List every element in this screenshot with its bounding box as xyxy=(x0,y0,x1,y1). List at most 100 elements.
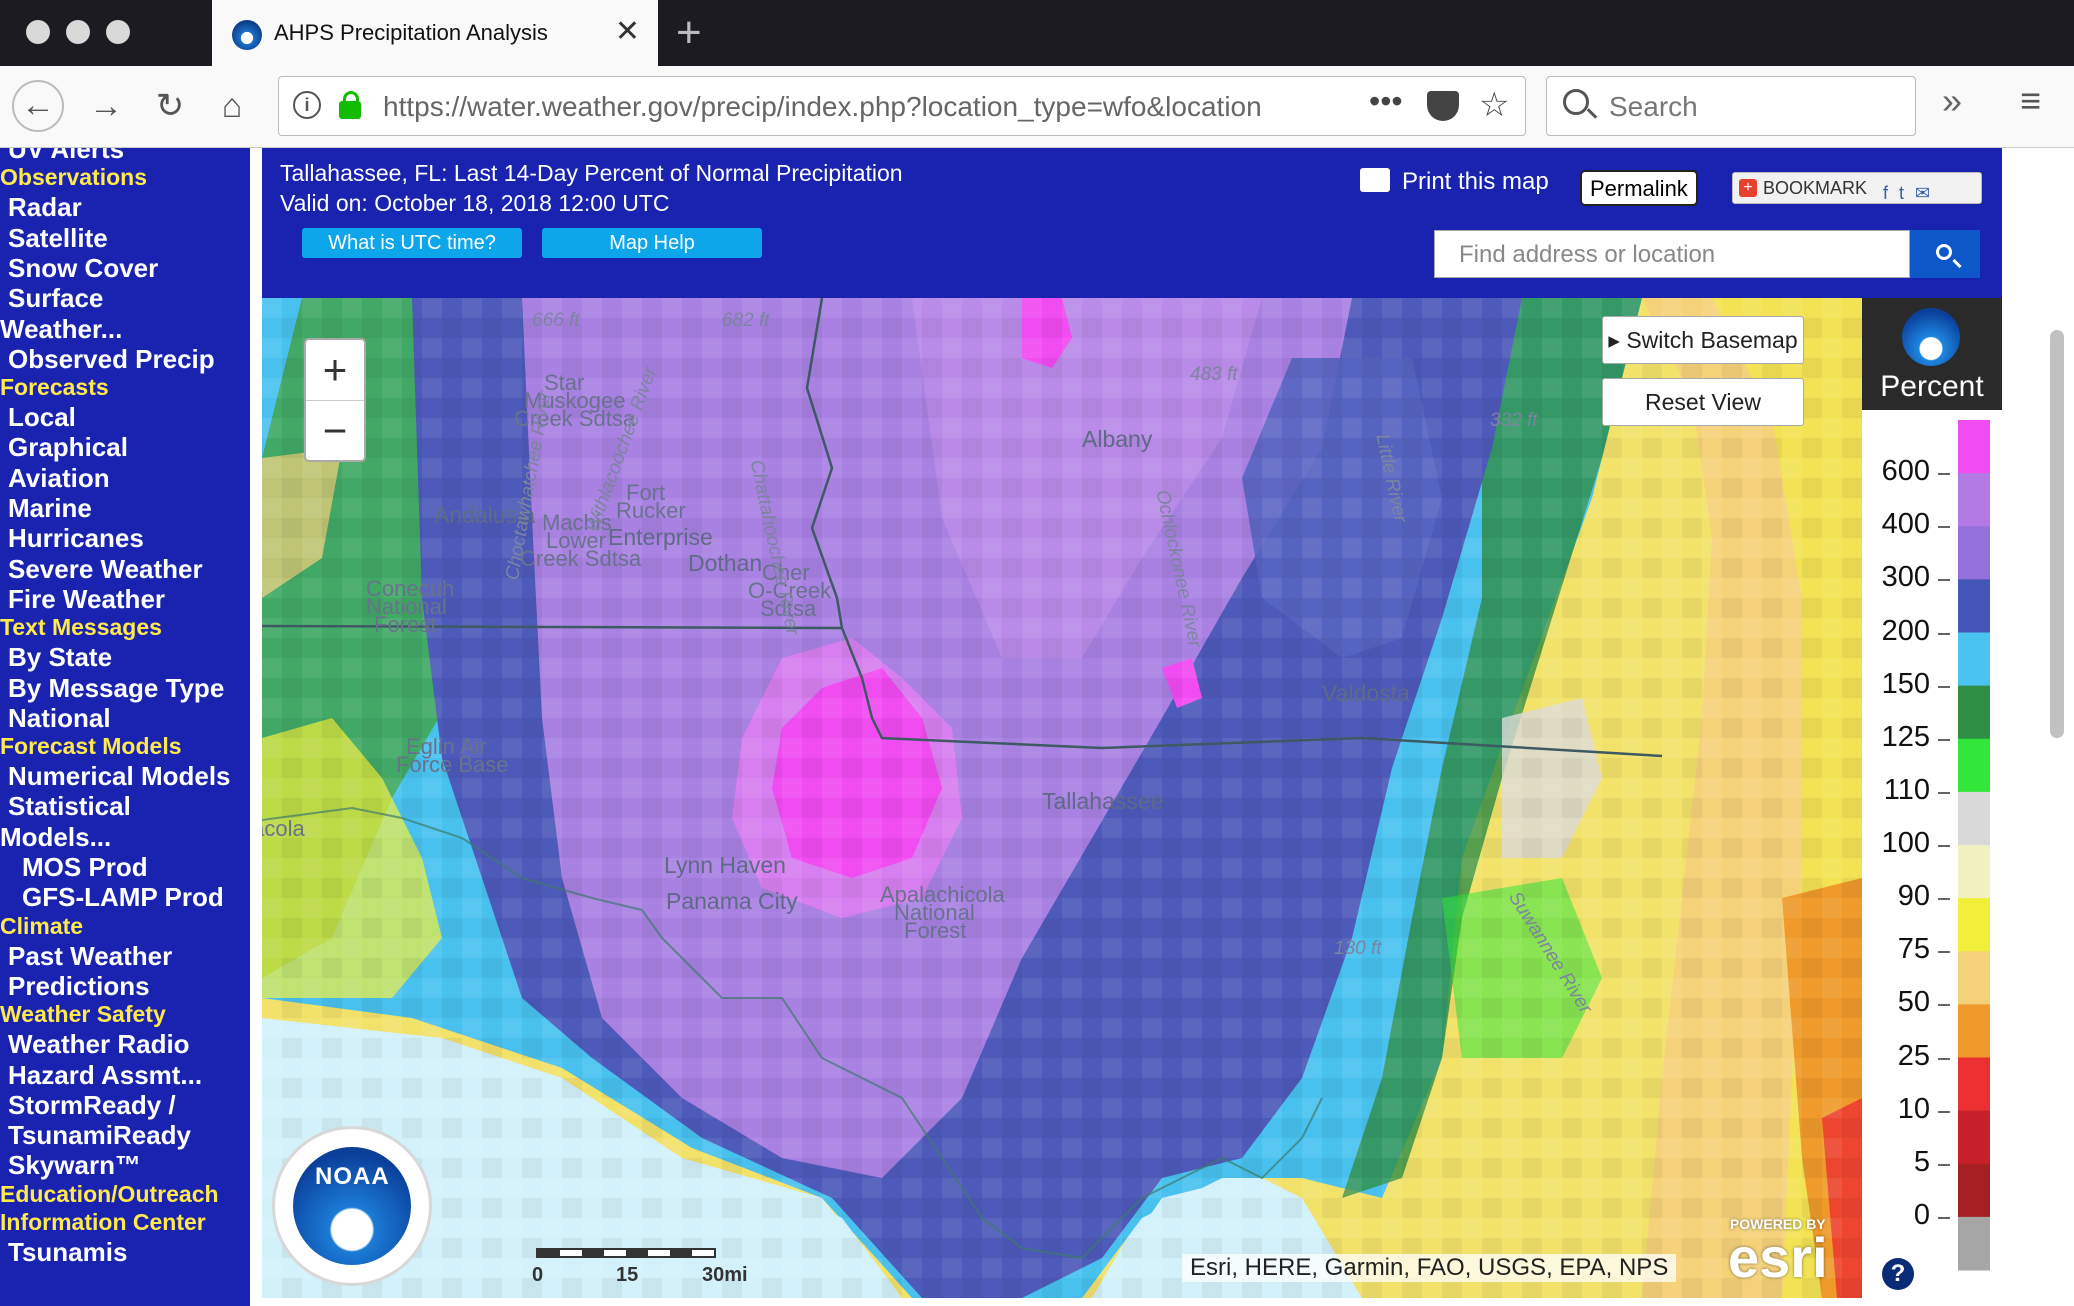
reload-icon[interactable]: ↻ xyxy=(144,80,196,132)
legend-swatch xyxy=(1958,845,1990,899)
legend-value-label: 90 xyxy=(1897,880,1930,913)
url-text[interactable]: https://water.weather.gov/precip/index.p… xyxy=(383,91,1283,123)
bookmark-share-button[interactable]: + BOOKMARK f t ✉ xyxy=(1732,172,1982,204)
sidebar-link[interactable]: GFS-LAMP Prod xyxy=(22,882,224,913)
sidebar-link[interactable]: Graphical xyxy=(8,432,128,463)
legend-tick xyxy=(1938,845,1950,847)
legend-tick xyxy=(1938,1057,1950,1060)
sidebar-link[interactable]: Marine xyxy=(8,493,92,524)
sidebar-link[interactable]: Tsunamis xyxy=(8,1237,127,1268)
sidebar-link[interactable]: By State xyxy=(8,642,112,673)
elevation-label: 666 ft xyxy=(532,310,580,331)
sidebar-link[interactable]: TsunamiReady xyxy=(8,1120,191,1151)
sidebar-link[interactable]: Hazard Assmt... xyxy=(8,1060,202,1091)
sidebar-link[interactable]: Surface xyxy=(8,283,103,314)
sidebar-link[interactable]: Predictions xyxy=(8,971,150,1002)
sidebar-link[interactable]: Statistical xyxy=(8,791,131,822)
legend-tick xyxy=(1938,1163,1950,1166)
map-help-button[interactable]: Map Help xyxy=(542,228,762,258)
find-address-input[interactable]: Find address or location xyxy=(1434,230,1910,278)
utc-time-button[interactable]: What is UTC time? xyxy=(302,228,522,258)
forward-arrow-icon[interactable]: → xyxy=(80,80,132,132)
browser-tab-active[interactable]: AHPS Precipitation Analysis ✕ xyxy=(212,0,658,66)
pocket-icon[interactable] xyxy=(1427,91,1459,121)
bookmark-star-icon[interactable]: ☆ xyxy=(1479,85,1509,125)
sidebar-link[interactable]: Models... xyxy=(0,822,111,853)
add-icon: + xyxy=(1739,179,1757,197)
sidebar-link[interactable]: Local xyxy=(8,402,76,433)
site-info-icon[interactable]: i xyxy=(293,91,321,119)
place-label: Forest xyxy=(374,612,437,637)
sidebar-link[interactable]: Aviation xyxy=(8,463,110,494)
browser-search-field[interactable]: Search xyxy=(1546,76,1916,136)
sidebar-section-heading[interactable]: Information Center xyxy=(0,1209,206,1236)
sidebar-link[interactable]: Observed Precip xyxy=(8,344,215,375)
map-title: Tallahassee, FL: Last 14-Day Percent of … xyxy=(280,160,903,186)
sidebar-section-heading[interactable]: Text Messages xyxy=(0,614,162,641)
legend-value-label: 600 xyxy=(1881,455,1930,488)
sidebar-section-heading[interactable]: Forecasts xyxy=(0,374,109,401)
sidebar-link[interactable]: Past Weather xyxy=(8,941,172,972)
sidebar-link[interactable]: Numerical Models xyxy=(8,761,231,792)
sidebar-link[interactable]: National xyxy=(8,703,111,734)
browser-tab-strip: AHPS Precipitation Analysis ✕ + xyxy=(0,0,2074,66)
sidebar-section-heading[interactable]: Observations xyxy=(0,164,147,191)
sidebar-link[interactable]: By Message Type xyxy=(8,673,224,704)
legend-swatch xyxy=(1958,1004,1990,1058)
elevation-label: 130 ft xyxy=(1334,938,1382,959)
back-arrow-icon[interactable]: ← xyxy=(12,80,64,132)
home-icon[interactable]: ⌂ xyxy=(206,80,258,132)
reset-view-button[interactable]: Reset View xyxy=(1602,378,1804,426)
elevation-label: 483 ft xyxy=(1190,364,1238,385)
zoom-in-button[interactable]: + xyxy=(306,340,364,400)
sidebar-link[interactable]: MOS Prod xyxy=(22,852,148,883)
sidebar-link[interactable]: UV Alerts xyxy=(8,148,124,165)
sidebar-section-heading[interactable]: Weather Safety xyxy=(0,1001,166,1028)
legend-value-label: 400 xyxy=(1881,508,1930,541)
new-tab-icon[interactable]: + xyxy=(676,8,702,58)
place-label: Pensacola xyxy=(262,816,305,841)
permalink-button[interactable]: Permalink xyxy=(1580,170,1698,206)
page-actions-icon[interactable]: ••• xyxy=(1369,83,1403,120)
overflow-chevron-icon[interactable]: » xyxy=(1942,80,1962,122)
address-bar[interactable]: i https://water.weather.gov/precip/index… xyxy=(278,76,1526,136)
window-minimize-control[interactable] xyxy=(66,20,90,44)
zoom-control: + − xyxy=(304,338,366,462)
legend-swatch xyxy=(1958,473,1990,527)
sidebar-section-heading[interactable]: Education/Outreach xyxy=(0,1181,219,1208)
legend-value-label: 100 xyxy=(1881,827,1930,859)
sidebar-link[interactable]: Severe Weather xyxy=(8,554,203,585)
window-close-control[interactable] xyxy=(26,20,50,44)
legend-swatch xyxy=(1958,898,1990,952)
sidebar-link[interactable]: Weather... xyxy=(0,314,122,345)
legend-value-label: 125 xyxy=(1881,720,1930,753)
sidebar-link[interactable]: Satellite xyxy=(8,223,108,254)
sidebar-link[interactable]: Snow Cover xyxy=(8,253,158,284)
sidebar-link[interactable]: Weather Radio xyxy=(8,1029,190,1060)
help-icon[interactable]: ? xyxy=(1882,1258,1914,1290)
window-zoom-control[interactable] xyxy=(106,20,130,44)
find-search-button[interactable] xyxy=(1910,230,1980,278)
sidebar-link[interactable]: Fire Weather xyxy=(8,584,165,615)
legend-swatch xyxy=(1958,951,1990,1005)
hamburger-menu-icon[interactable]: ≡ xyxy=(2020,80,2041,122)
print-map-link[interactable]: Print this map xyxy=(1360,168,1549,196)
sidebar-section-heading[interactable]: Climate xyxy=(0,913,83,940)
social-share-icons: f t ✉ xyxy=(1883,183,1934,203)
sidebar-link[interactable]: Radar xyxy=(8,192,82,223)
legend-tick xyxy=(1938,951,1950,954)
legend-tick xyxy=(1938,1110,1950,1113)
sidebar-link[interactable]: Skywarn™ xyxy=(8,1150,141,1181)
precipitation-map[interactable]: Andalusia Machis Lower Creek Sdtsa Fort … xyxy=(262,298,1862,1298)
zoom-out-button[interactable]: − xyxy=(306,400,364,460)
sidebar-section-heading[interactable]: Forecast Models xyxy=(0,733,182,760)
place-label: Valdosta xyxy=(1322,680,1410,706)
place-label: Rucker xyxy=(616,498,686,523)
tab-close-icon[interactable]: ✕ xyxy=(615,14,640,49)
page-scrollbar[interactable] xyxy=(2050,330,2064,738)
elevation-label: 682 ft xyxy=(722,310,770,331)
sidebar-link[interactable]: StormReady / xyxy=(8,1090,176,1121)
place-label: Panama City xyxy=(666,888,798,914)
sidebar-link[interactable]: Hurricanes xyxy=(8,523,144,554)
switch-basemap-button[interactable]: ▸ Switch Basemap xyxy=(1602,316,1804,364)
